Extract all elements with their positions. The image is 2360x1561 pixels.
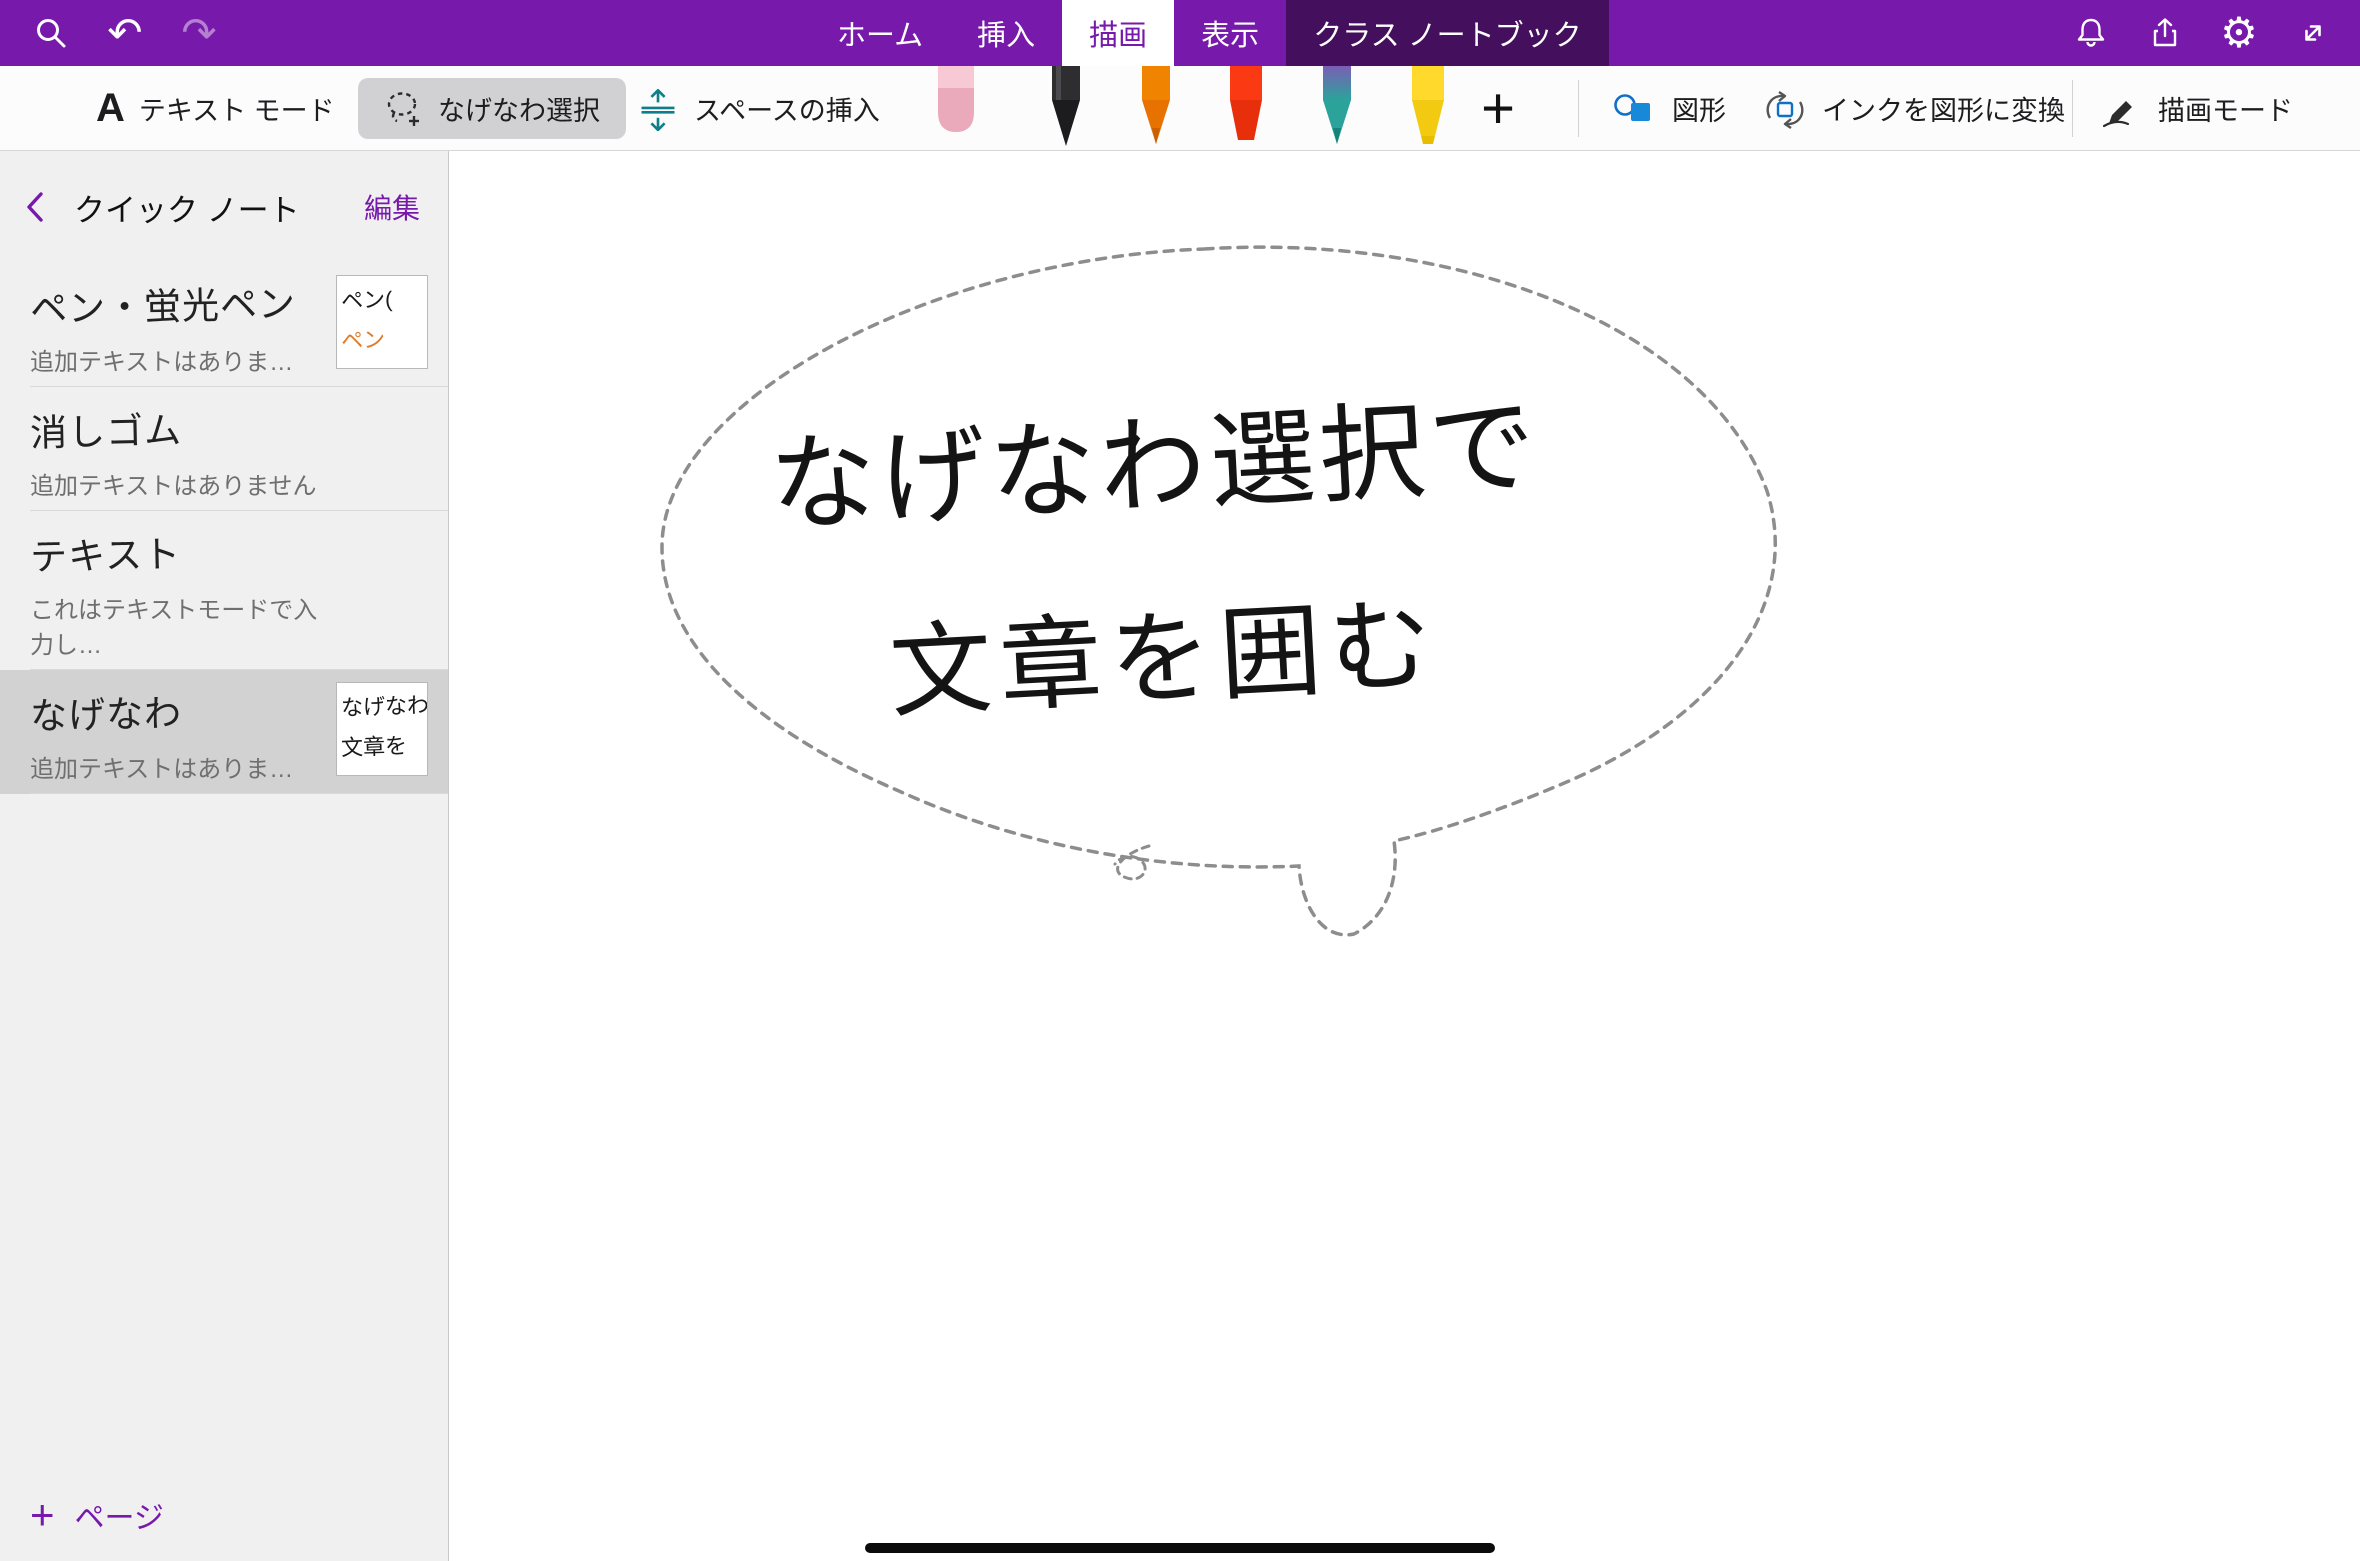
- ink-to-shape-icon: [1762, 88, 1808, 130]
- sidebar-header: クイック ノート 編集: [0, 151, 448, 263]
- add-pen-button[interactable]: +: [1468, 66, 1528, 151]
- draw-mode-button[interactable]: 描画モード: [2098, 66, 2293, 151]
- page-subtitle: 追加テキストはありま…: [30, 342, 318, 377]
- lasso-selection-outline: [449, 151, 2360, 1561]
- lasso-select-label: なげなわ選択: [438, 89, 600, 128]
- tab-insert[interactable]: 挿入: [950, 0, 1062, 66]
- page-subtitle: これはテキストモードで入力し…: [30, 590, 318, 660]
- list-item[interactable]: 消しゴム 追加テキストはありません: [0, 387, 448, 511]
- handwritten-ink-note: なげなわ選択で 文章を囲む: [581, 349, 1737, 753]
- redo-icon[interactable]: ↷: [162, 0, 236, 66]
- draw-mode-label: 描画モード: [2158, 89, 2293, 128]
- page-title: テキスト: [29, 521, 318, 581]
- tab-view[interactable]: 表示: [1174, 0, 1286, 66]
- shapes-icon: [1612, 90, 1658, 128]
- undo-icon[interactable]: ↶: [88, 0, 162, 66]
- edit-button[interactable]: 編集: [364, 187, 420, 227]
- yellow-highlighter-tool[interactable]: [1398, 66, 1458, 150]
- page-thumbnail: ペン( ペン: [336, 275, 428, 369]
- shapes-button[interactable]: 図形: [1612, 66, 1726, 151]
- red-highlighter-tool[interactable]: [1216, 66, 1276, 150]
- insert-space-label: スペースの挿入: [694, 89, 880, 128]
- teal-galaxy-pen-tool[interactable]: [1307, 66, 1367, 150]
- back-chevron-icon[interactable]: [24, 189, 46, 225]
- thumb-ink-text: ペン: [340, 321, 423, 356]
- settings-gear-icon[interactable]: ⚙: [2202, 0, 2276, 66]
- tab-home[interactable]: ホーム: [810, 0, 950, 66]
- notebook-section-title: クイック ノート: [74, 185, 300, 230]
- plus-icon: +: [30, 1494, 55, 1536]
- list-item[interactable]: ペン・蛍光ペン 追加テキストはありま… ペン( ペン: [0, 263, 448, 387]
- list-item-selected[interactable]: なげなわ 追加テキストはありま… なげなわ 文章を: [0, 670, 448, 794]
- thumb-ink-text: 文章を: [340, 728, 423, 763]
- topbar-left-group: ↶ ↷: [14, 0, 236, 66]
- notifications-bell-icon[interactable]: [2054, 0, 2128, 66]
- top-app-bar: ↶ ↷ ホーム 挿入 描画 表示 クラス ノートブック ⚙: [0, 0, 2360, 66]
- tab-class-notebook[interactable]: クラス ノートブック: [1286, 0, 1608, 66]
- home-indicator-bar[interactable]: [865, 1543, 1495, 1553]
- insert-space-button[interactable]: スペースの挿入: [636, 66, 880, 151]
- fullscreen-expand-icon[interactable]: [2276, 0, 2350, 66]
- page-subtitle: 追加テキストはありません: [30, 466, 318, 501]
- topbar-right-group: ⚙: [2054, 0, 2350, 66]
- shapes-label: 図形: [1672, 89, 1726, 128]
- black-pen-tool[interactable]: [1036, 66, 1096, 150]
- ink-to-shape-button[interactable]: インクを図形に変換: [1762, 66, 2065, 151]
- insert-space-icon: [636, 87, 680, 131]
- orange-pen-tool[interactable]: [1126, 66, 1186, 150]
- page-subtitle: 追加テキストはありま…: [30, 749, 318, 784]
- ink-to-shape-label: インクを図形に変換: [1822, 89, 2065, 128]
- page-title: ペン・蛍光ペン: [29, 273, 318, 333]
- thumb-ink-text: ペン(: [340, 281, 423, 316]
- add-page-button[interactable]: + ページ: [0, 1469, 448, 1561]
- text-mode-a-icon: A: [96, 86, 125, 131]
- page-title: 消しゴム: [29, 397, 318, 457]
- lasso-icon: [384, 89, 424, 129]
- draw-mode-pen-icon: [2098, 88, 2144, 130]
- text-mode-label: テキスト モード: [139, 89, 335, 128]
- tab-draw[interactable]: 描画: [1062, 0, 1174, 66]
- thumb-ink-text: なげなわ: [340, 688, 423, 723]
- toolbar-divider: [1578, 80, 1579, 137]
- add-page-label: ページ: [75, 1493, 164, 1537]
- page-list-sidebar: クイック ノート 編集 ペン・蛍光ペン 追加テキストはありま… ペン( ペン 消…: [0, 151, 449, 1561]
- toolbar-divider: [2072, 80, 2073, 137]
- note-canvas[interactable]: なげなわ選択で 文章を囲む: [449, 151, 2360, 1561]
- draw-toolbar: A テキスト モード なげなわ選択 スペースの挿入: [0, 66, 2360, 151]
- text-mode-button[interactable]: A テキスト モード: [96, 66, 335, 151]
- ribbon-tabs: ホーム 挿入 描画 表示 クラス ノートブック: [810, 0, 1609, 66]
- eraser-tool[interactable]: [926, 66, 986, 150]
- page-title: なげなわ: [29, 680, 318, 740]
- lasso-select-button[interactable]: なげなわ選択: [358, 78, 626, 139]
- list-item[interactable]: テキスト これはテキストモードで入力し…: [0, 511, 448, 670]
- page-thumbnail: なげなわ 文章を: [336, 682, 428, 776]
- search-icon[interactable]: [14, 0, 88, 66]
- share-icon[interactable]: [2128, 0, 2202, 66]
